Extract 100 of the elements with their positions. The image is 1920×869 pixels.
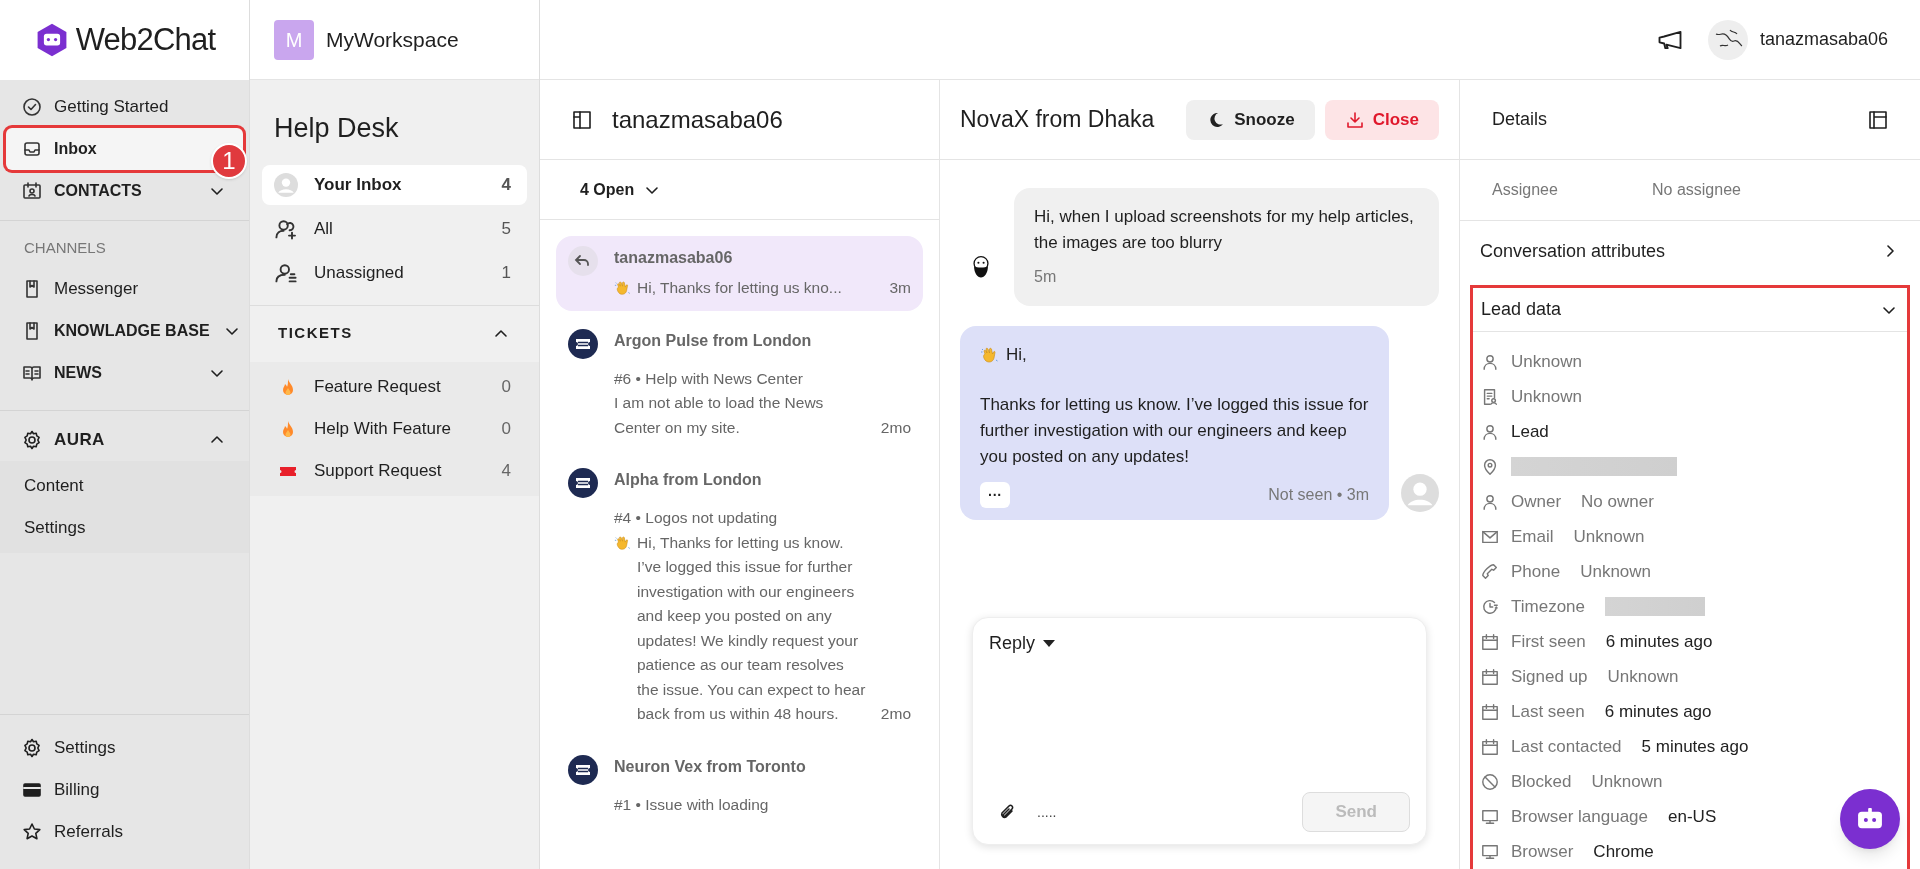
waving-hand-icon <box>614 533 632 552</box>
user-name[interactable]: tanazmasaba06 <box>1759 26 1888 53</box>
field-value: Chrome <box>1593 840 1654 863</box>
avatar-icon <box>274 172 298 197</box>
conversation-item[interactable]: Neuron Vex from Toronto #1 • Issue with loading <box>556 744 923 827</box>
timestamp: 3m <box>889 278 911 298</box>
contact-name: tanazmasaba06 <box>614 248 734 268</box>
timestamp: 2mo <box>880 417 911 438</box>
conversation-attributes-row[interactable]: Conversation attributes <box>1460 221 1920 281</box>
assignee-value[interactable]: No assignee <box>1652 178 1741 202</box>
field-value: 5 minutes ago <box>1641 735 1749 758</box>
nav-item[interactable]: Referrals <box>6 811 243 853</box>
field-label: Browser <box>1511 840 1574 863</box>
waving-hand-icon <box>980 345 1000 365</box>
field-label: Timezone <box>1511 595 1585 618</box>
field-label: Email <box>1511 525 1554 548</box>
inbox-view[interactable]: Your Inbox 4 <box>262 164 527 205</box>
conversation-item[interactable]: Argon Pulse from London #6 • Help with News Center I am not able to load the News Center on my site. 2mo <box>556 318 923 450</box>
ticket-subject: #4 • Logos not updating <box>614 508 779 528</box>
check-circle-icon <box>22 97 42 117</box>
field-label: Browser language <box>1511 805 1649 828</box>
person-icon <box>1481 422 1499 441</box>
field-label: Phone <box>1511 560 1561 583</box>
inbox-view[interactable]: All 5 <box>262 208 527 249</box>
message-preview: I am not able to load the News Center on my site. <box>614 393 825 438</box>
field-label: Assignee <box>1492 180 1559 200</box>
conversation-item[interactable]: tanazmasaba06 Hi, Thanks for letting us kno... 3m <box>556 236 923 311</box>
workspace-name[interactable]: MyWorkspace <box>326 23 459 56</box>
phone-icon <box>1481 562 1499 581</box>
status-filter[interactable]: 4 Open <box>580 177 663 202</box>
composer-hint: ..... <box>1037 802 1057 822</box>
blocked-icon <box>1481 772 1499 791</box>
message-preview: Hi, Thanks for letting us kno... <box>637 278 843 298</box>
nav-item[interactable]: Getting Started <box>6 86 243 128</box>
snooze-button[interactable]: Snooze <box>1186 99 1315 140</box>
inbox-view[interactable]: Unassigned 1 <box>262 252 527 293</box>
list-title: tanazmasaba06 <box>612 104 783 135</box>
ticket-category[interactable]: Help With Feature 0 <box>250 407 539 450</box>
reply-composer[interactable]: Reply ..... Send <box>972 617 1427 845</box>
monitor-icon <box>1481 842 1499 861</box>
contact-name: Neuron Vex from Toronto <box>614 756 807 777</box>
sidebar-toggle-icon[interactable] <box>1868 109 1888 130</box>
nav-item[interactable]: Messenger <box>6 267 243 310</box>
calendar-icon <box>1481 702 1499 721</box>
field-value: Lead <box>1511 420 1549 443</box>
ticket-category[interactable]: Support Request 4 <box>250 449 539 492</box>
field-value: Unknown <box>1573 525 1645 548</box>
field-value: Unknown <box>1591 770 1663 793</box>
gear-icon <box>22 738 42 758</box>
ticket-icon <box>568 468 598 498</box>
field-value: No owner <box>1581 490 1654 513</box>
message-text: Hi, <box>1006 344 1027 366</box>
field-label: Last seen <box>1511 700 1585 723</box>
contact-card-icon <box>1481 387 1499 406</box>
monitor-icon <box>1481 807 1499 826</box>
location-pin-icon <box>1481 457 1499 476</box>
download-icon <box>1344 109 1365 130</box>
person-icon <box>1481 352 1499 371</box>
message-text: Thanks for letting us know. I’ve logged this issue for further investigation with our engineers and keep you posted on any updates! <box>980 394 1369 468</box>
field-value: 6 minutes ago <box>1605 630 1713 653</box>
panel-title: Help Desk <box>273 112 400 145</box>
delivery-status: Not seen • 3m <box>1268 485 1369 505</box>
more-button[interactable]: ··· <box>980 482 1010 508</box>
calendar-icon <box>1481 737 1499 756</box>
close-button[interactable]: Close <box>1324 99 1439 140</box>
workspace-avatar: M <box>274 19 314 60</box>
section-heading: CHANNELS <box>23 238 107 258</box>
field-label: Owner <box>1511 490 1562 513</box>
ticket-subject: #6 • Help with News Center <box>614 368 804 389</box>
nav-subitem[interactable]: Content <box>0 464 249 507</box>
credit-card-icon <box>22 780 42 800</box>
field-label: Blocked <box>1511 770 1572 793</box>
message-preview: Hi, Thanks for letting us know. I’ve logged this issue for further investigation with our engineers and keep you posted on any updates! We kindly request your patience as our team resolves the issue. You can expect to hear back from us within 48 hours. <box>637 532 867 724</box>
nav-item[interactable]: NEWS <box>6 351 243 394</box>
section-heading: TICKETS <box>278 323 354 344</box>
field-value: Unknown <box>1511 385 1582 408</box>
nav-item[interactable]: Settings <box>6 727 243 769</box>
nav-item[interactable]: Billing <box>6 769 243 811</box>
field-value: 6 minutes ago <box>1604 700 1712 723</box>
ticket-icon <box>568 754 598 785</box>
nav-item[interactable]: KNOWLADGE BASE <box>6 309 243 352</box>
nav-item[interactable]: AURA <box>6 418 243 461</box>
calendar-icon <box>1481 667 1499 686</box>
message-text: Hi, when I upload screenshots for my help articles, the images are too blurry <box>1034 206 1415 254</box>
sidebar-toggle-icon[interactable] <box>572 109 592 130</box>
timestamp: 2mo <box>880 704 911 724</box>
field-value: Unknown <box>1607 665 1679 688</box>
contact-calendar-icon <box>22 181 42 201</box>
timestamp: 5m <box>1034 267 1058 287</box>
user-avatar[interactable] <box>1707 19 1748 60</box>
reply-mode-dropdown[interactable]: Reply <box>989 630 1056 657</box>
reply-icon <box>568 246 598 276</box>
brand-name: Web2Chat <box>75 20 216 59</box>
chat-widget-button[interactable] <box>1840 789 1900 849</box>
field-label: Signed up <box>1511 665 1588 688</box>
nav-subitem[interactable]: Settings <box>0 506 249 549</box>
field-value: Unknown <box>1511 350 1582 373</box>
clock-icon <box>1481 597 1499 616</box>
lead-data-header[interactable]: Lead data <box>1473 288 1907 332</box>
ticket-category[interactable]: Feature Request 0 <box>250 365 539 408</box>
